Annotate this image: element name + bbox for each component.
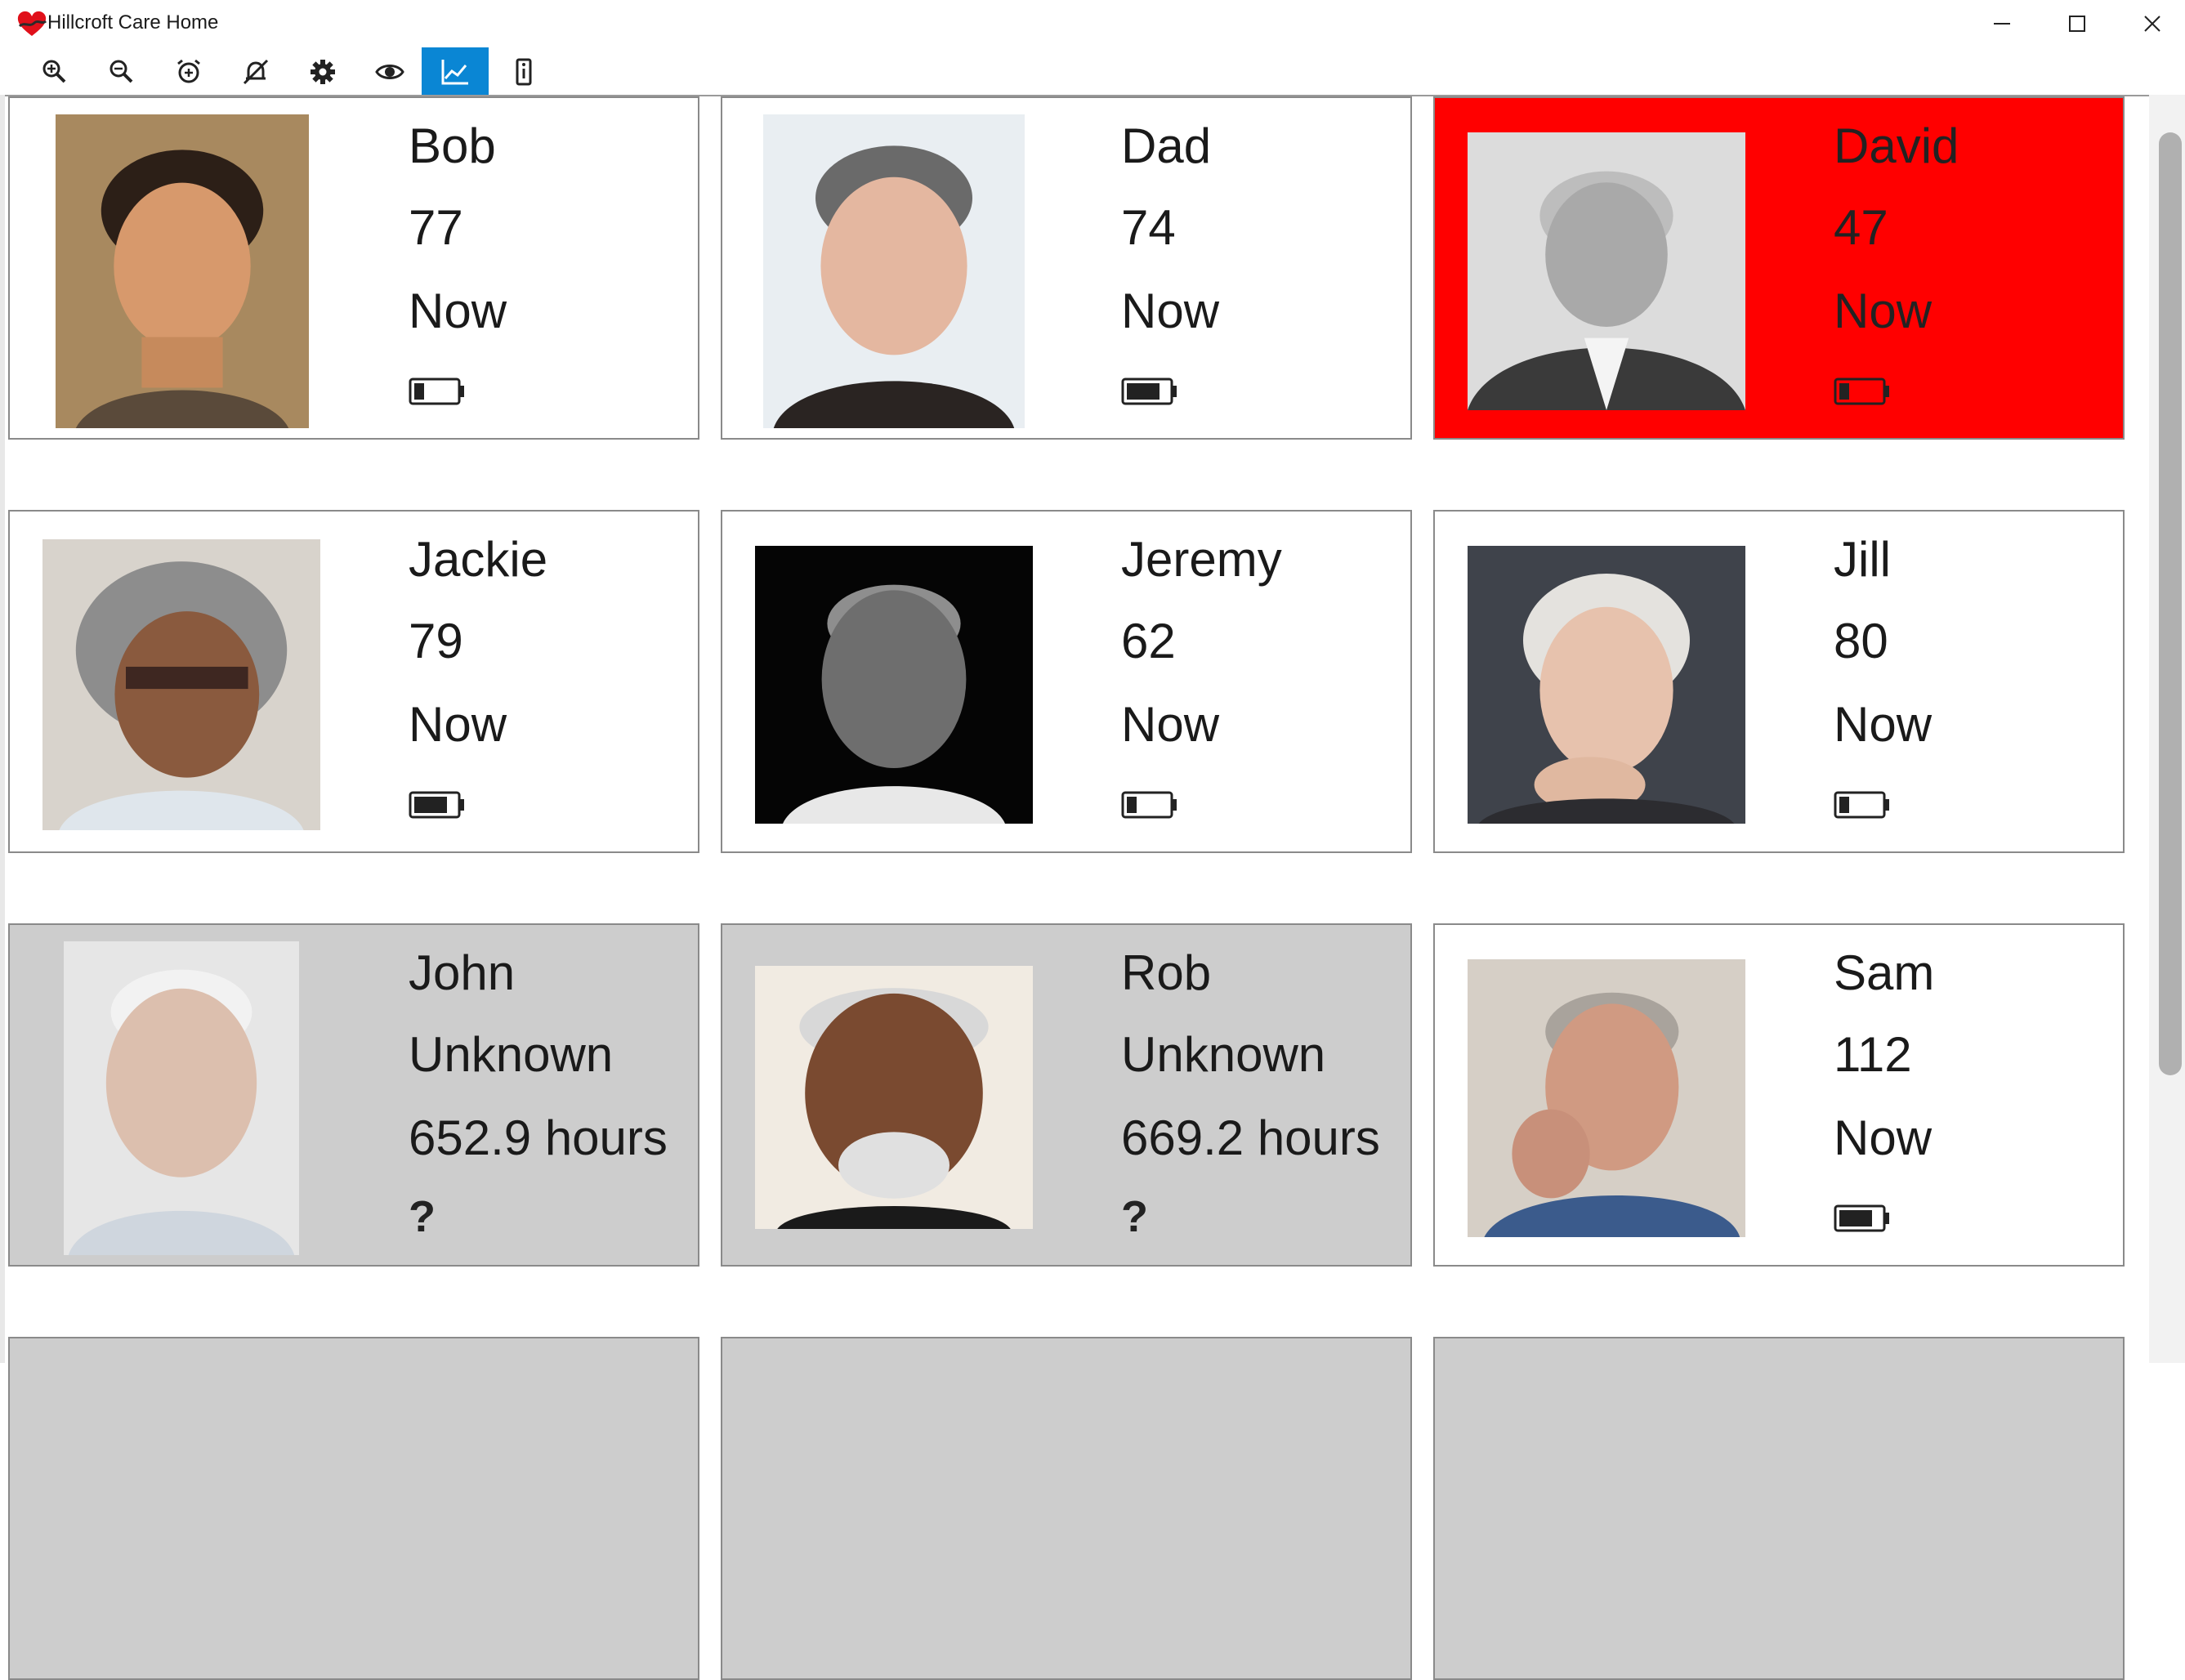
battery-unknown-icon: ?	[409, 1192, 436, 1241]
resident-photo	[763, 114, 1025, 428]
resident-name: Jackie	[409, 532, 548, 587]
settings-gear-icon	[311, 60, 335, 84]
resident-name: David	[1834, 118, 1959, 173]
resident-name: Jeremy	[1121, 532, 1282, 587]
resident-age: 80	[1834, 614, 1888, 668]
zoom-out-icon	[109, 60, 133, 83]
resident-name: Bob	[409, 118, 496, 173]
resident-card-jill[interactable]: Jill 80 Now	[1433, 510, 2125, 853]
chart-trend-icon	[441, 60, 468, 85]
view-button[interactable]	[356, 47, 423, 95]
resident-photo	[755, 546, 1033, 824]
resident-card-partial[interactable]	[8, 1337, 699, 1680]
maximize-button[interactable]	[2040, 0, 2115, 47]
eye-icon	[375, 65, 404, 79]
resident-last-seen: 669.2 hours	[1121, 1110, 1380, 1165]
title-bar: Hillcroft Care Home	[0, 0, 2185, 47]
resident-last-seen: Now	[409, 697, 507, 752]
add-alarm-icon	[177, 59, 200, 83]
resident-card-sam[interactable]: Sam 112 Now	[1433, 923, 2125, 1267]
resident-age: 74	[1121, 200, 1176, 255]
chart-button[interactable]	[422, 47, 489, 95]
resident-last-seen: 652.9 hours	[409, 1110, 668, 1165]
resident-photo	[755, 966, 1033, 1229]
resident-age: 79	[409, 614, 463, 668]
device-info-button[interactable]	[490, 47, 557, 95]
battery-high-icon	[1121, 378, 1177, 405]
resident-age: 62	[1121, 614, 1176, 668]
settings-button[interactable]	[289, 47, 356, 95]
battery-unknown-icon: ?	[1121, 1192, 1148, 1241]
resident-name: Rob	[1121, 945, 1212, 1000]
resident-card-jackie[interactable]: Jackie 79 Now	[8, 510, 699, 853]
resident-age: 47	[1834, 200, 1888, 255]
resident-card-dad[interactable]: Dad 74 Now	[721, 96, 1412, 440]
minimize-button[interactable]	[1964, 0, 2040, 47]
resident-last-seen: Now	[1834, 284, 1933, 338]
window-title: Hillcroft Care Home	[47, 11, 219, 34]
resident-last-seen: Now	[1834, 697, 1933, 752]
resident-photo	[1468, 546, 1745, 824]
resident-card-rob[interactable]: Rob Unknown 669.2 hours ?	[721, 923, 1412, 1267]
device-info-icon	[516, 58, 532, 86]
maximize-icon	[2069, 16, 2085, 32]
battery-low-icon	[1121, 791, 1177, 819]
resident-age: Unknown	[1121, 1027, 1326, 1082]
battery-low-icon	[409, 378, 464, 405]
resident-photo	[56, 114, 309, 428]
resident-card-john[interactable]: John Unknown 652.9 hours ?	[8, 923, 699, 1267]
battery-low-icon	[1834, 378, 1889, 405]
resident-last-seen: Now	[1121, 284, 1220, 338]
zoom-out-button[interactable]	[88, 47, 155, 95]
resident-card-partial[interactable]	[1433, 1337, 2125, 1680]
resident-card-jeremy[interactable]: Jeremy 62 Now	[721, 510, 1412, 853]
toolbar	[0, 47, 2185, 95]
resident-card-david[interactable]: David 47 Now	[1433, 96, 2125, 440]
resident-age: 77	[409, 200, 463, 255]
resident-name: Jill	[1834, 532, 1891, 587]
battery-high-icon	[1834, 1204, 1889, 1232]
zoom-in-icon	[42, 60, 66, 83]
resident-card-partial[interactable]	[721, 1337, 1412, 1680]
battery-low-icon	[1834, 791, 1889, 819]
battery-high-icon	[409, 791, 464, 819]
close-button[interactable]	[2115, 0, 2185, 47]
resident-last-seen: Now	[409, 284, 507, 338]
alarm-off-button[interactable]	[222, 47, 289, 95]
minimize-icon	[1994, 23, 2010, 25]
resident-card-bob[interactable]: Bob 77 Now	[8, 96, 699, 440]
resident-last-seen: Now	[1834, 1110, 1933, 1165]
resident-age: 112	[1834, 1027, 1912, 1082]
scrollbar-thumb[interactable]	[2159, 132, 2182, 1075]
alarm-off-icon	[243, 59, 269, 85]
resident-name: Dad	[1121, 118, 1212, 173]
resident-last-seen: Now	[1121, 697, 1220, 752]
resident-name: John	[409, 945, 516, 1000]
heart-app-icon	[17, 11, 47, 36]
resident-name: Sam	[1834, 945, 1935, 1000]
add-alarm-button[interactable]	[155, 47, 222, 95]
resident-photo	[42, 539, 320, 830]
resident-photo	[64, 941, 299, 1255]
left-edge	[0, 95, 5, 1363]
zoom-in-button[interactable]	[21, 47, 88, 95]
close-icon	[2144, 16, 2160, 32]
resident-age: Unknown	[409, 1027, 614, 1082]
resident-photo	[1468, 132, 1745, 410]
resident-photo	[1468, 959, 1745, 1237]
